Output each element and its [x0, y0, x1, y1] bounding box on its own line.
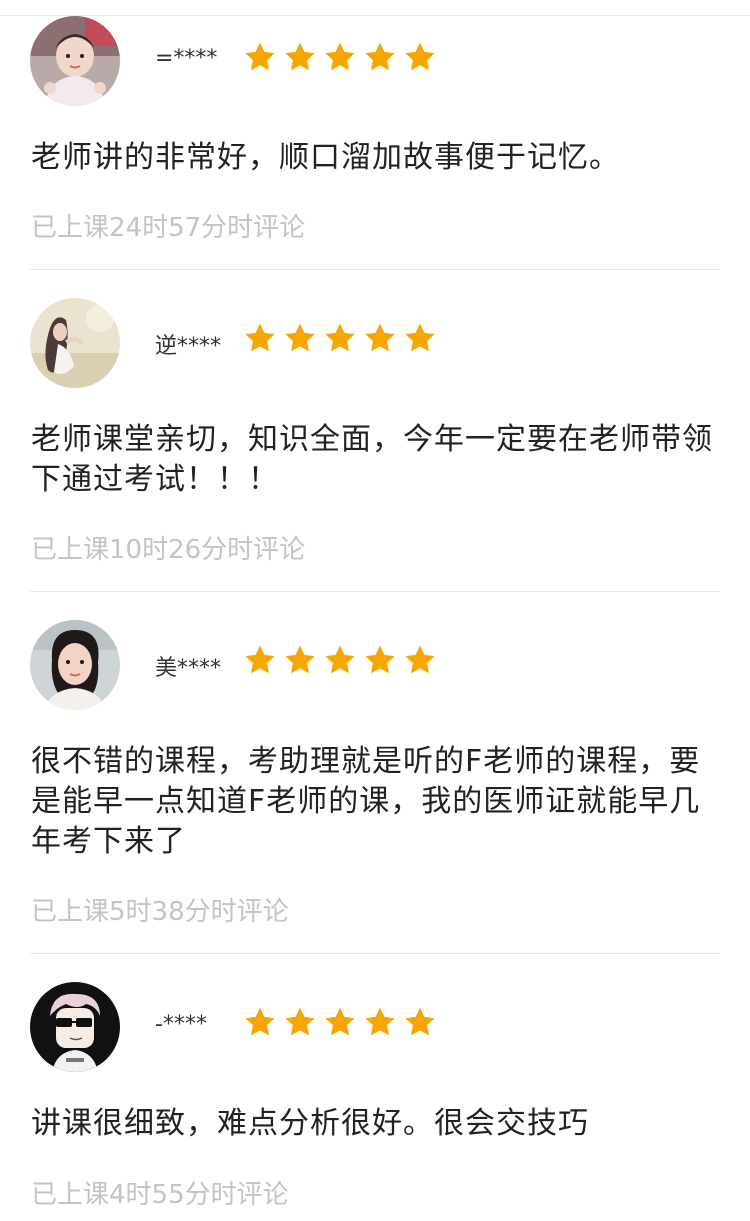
star-icon [243, 321, 277, 355]
review-comment: 老师课堂亲切，知识全面，今年一定要在老师带领下通过考试！！！ [31, 422, 713, 497]
username: =**** [155, 46, 218, 71]
review-comment: 老师讲的非常好，顺口溜加故事便于记忆。 [31, 140, 620, 175]
star-icon [403, 643, 437, 677]
review-divider [30, 269, 720, 270]
review-divider [30, 591, 720, 592]
star-icon [363, 1005, 397, 1039]
review-divider [30, 953, 720, 954]
star-icon [323, 40, 357, 74]
star-icon [363, 321, 397, 355]
rating-stars [243, 321, 443, 355]
star-icon [283, 321, 317, 355]
review-time: 已上课5时38分时评论 [31, 897, 289, 927]
rating-stars [243, 40, 443, 74]
star-icon [403, 321, 437, 355]
star-icon [243, 643, 277, 677]
username: 美**** [155, 656, 222, 681]
user-avatar[interactable] [30, 298, 120, 388]
star-icon [243, 1005, 277, 1039]
user-avatar[interactable] [30, 16, 120, 106]
star-icon [403, 1005, 437, 1039]
rating-stars [243, 1005, 443, 1039]
username: 逆**** [155, 334, 222, 359]
star-icon [283, 40, 317, 74]
star-icon [363, 643, 397, 677]
review-time: 已上课24时57分时评论 [31, 213, 306, 243]
rating-stars [243, 643, 443, 677]
review-time: 已上课10时26分时评论 [31, 535, 306, 565]
star-icon [323, 1005, 357, 1039]
review-time: 已上课4时55分时评论 [31, 1180, 289, 1210]
user-avatar[interactable] [30, 620, 120, 710]
star-icon [403, 40, 437, 74]
top-divider [0, 15, 750, 16]
review-comment: 很不错的课程，考助理就是听的F老师的课程，要是能早一点知道F老师的课，我的医师证… [31, 744, 701, 859]
star-icon [323, 643, 357, 677]
star-icon [243, 40, 277, 74]
star-icon [363, 40, 397, 74]
username: -**** [155, 1012, 207, 1037]
star-icon [323, 321, 357, 355]
user-avatar[interactable] [30, 982, 120, 1072]
star-icon [283, 1005, 317, 1039]
review-comment: 讲课很细致，难点分析很好。很会交技巧 [31, 1106, 589, 1141]
star-icon [283, 643, 317, 677]
